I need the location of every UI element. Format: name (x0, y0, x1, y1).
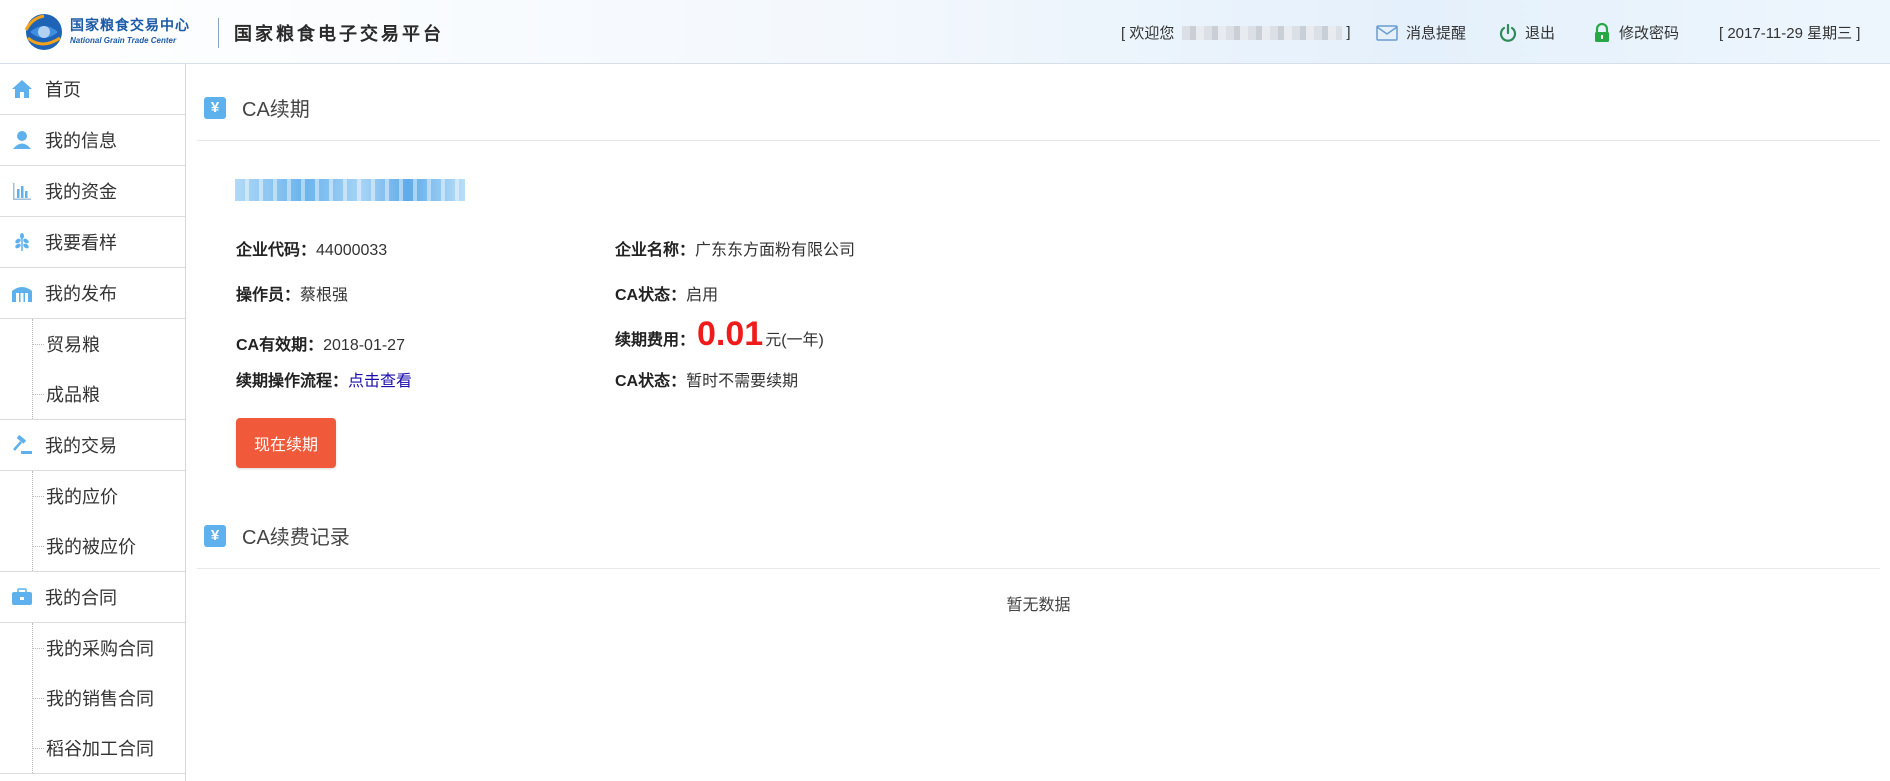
yen-icon: ¥ (204, 524, 226, 547)
yen-icon: ¥ (204, 96, 226, 119)
sidebar-item-my-publish[interactable]: 我的发布 (0, 268, 185, 319)
welcome-suffix: ] (1346, 24, 1351, 41)
ca-expiry-label: CA有效期： (236, 337, 324, 354)
sidebar-item-label: 我的信息 (45, 131, 117, 151)
sidebar-subitem-finished-grain[interactable]: 成品粮 (0, 369, 185, 419)
enterprise-code-value: 44000033 (316, 242, 388, 259)
sidebar-item-home[interactable]: 首页 (0, 64, 185, 115)
top-header: 国家粮食交易中心 National Grain Trade Center 国家粮… (0, 0, 1890, 64)
bar-chart-icon (11, 180, 33, 202)
section-header-ca-renewal: ¥ CA续期 (197, 75, 1880, 141)
ca-status2-value: 暂时不需要续期 (686, 373, 799, 390)
ca-status2-label: CA状态： (615, 373, 687, 390)
empty-records-text: 暂无数据 (1006, 597, 1071, 614)
message-reminder-link[interactable]: 消息提醒 (1376, 22, 1466, 43)
ca-expiry-value: 2018-01-27 (323, 337, 405, 354)
ca-expiry-row: CA有效期： 2018-01-27 (236, 331, 405, 355)
sidebar-subitem-label: 贸易粮 (46, 335, 100, 355)
enterprise-code-label: 企业代码： (236, 242, 317, 259)
gavel-icon (11, 434, 33, 456)
operator-value: 蔡根强 (300, 287, 349, 304)
operator-label: 操作员： (236, 287, 301, 304)
ca-status2-row: CA状态： 暂时不需要续期 (615, 367, 798, 391)
sidebar-subitem-label: 稻谷加工合同 (46, 739, 154, 759)
masked-company-banner (235, 179, 465, 201)
ca-status-row: CA状态： 启用 (615, 281, 718, 305)
renew-fee-unit: 元(一年) (765, 332, 824, 349)
sidebar-subgroup-contracts: 我的采购合同 我的销售合同 稻谷加工合同 (0, 623, 185, 774)
sidebar-item-my-trades[interactable]: 我的交易 (0, 420, 185, 471)
section-title: CA续期 (242, 99, 310, 121)
sidebar-subitem-label: 我的销售合同 (46, 689, 154, 709)
sidebar-subitem-label: 成品粮 (46, 385, 100, 405)
enterprise-name-value: 广东东方面粉有限公司 (695, 242, 856, 259)
current-date: [ 2017-11-29 星期三 ] (1719, 25, 1861, 42)
user-icon (11, 129, 33, 151)
sidebar: 首页 我的信息 我的资金 我要看样 我的发布 贸易粮 成品粮 我的交易 我的应价… (0, 64, 186, 781)
section-header-ca-fee-records: ¥ CA续费记录 (197, 503, 1880, 569)
change-password-label: 修改密码 (1619, 25, 1680, 42)
section-title: CA续费记录 (242, 527, 350, 549)
header-toolbar: [ 欢迎您 ] 消息提醒 退出 修改密码 [ 2017-11-29 星期三] (0, 0, 1890, 64)
renew-flow-label: 续期操作流程： (236, 373, 349, 390)
sidebar-item-label: 我的合同 (45, 588, 117, 608)
main-content: ¥ CA续期 企业代码： 44000033 企业名称： 广东东方面粉有限公司 操… (197, 64, 1880, 781)
sidebar-subgroup-trades: 我的应价 我的被应价 (0, 471, 185, 572)
sidebar-subitem-purchase-contracts[interactable]: 我的采购合同 (0, 623, 185, 673)
logout-link[interactable]: 退出 (1499, 22, 1555, 43)
sidebar-item-label: 首页 (45, 80, 81, 100)
sidebar-item-my-info[interactable]: 我的信息 (0, 115, 185, 166)
warehouse-icon (11, 282, 33, 304)
lock-icon (1595, 22, 1609, 42)
sidebar-item-label: 我要看样 (45, 233, 117, 253)
renew-fee-label: 续期费用： (615, 332, 696, 349)
sidebar-item-label: 我的发布 (45, 284, 117, 304)
grain-icon (11, 231, 33, 253)
sidebar-subitem-label: 我的被应价 (46, 537, 136, 557)
sidebar-subitem-my-bids[interactable]: 我的应价 (0, 471, 185, 521)
welcome-text: [ 欢迎您 ] (1121, 22, 1351, 43)
message-reminder-label: 消息提醒 (1406, 25, 1467, 42)
sidebar-subitem-label: 我的采购合同 (46, 639, 154, 659)
renew-fee-row: 续期费用： 0.01 元(一年) (615, 317, 824, 351)
ca-status-label: CA状态： (615, 287, 687, 304)
briefcase-icon (11, 586, 33, 608)
home-icon (11, 78, 33, 100)
sidebar-item-view-samples[interactable]: 我要看样 (0, 217, 185, 268)
envelope-icon (1376, 24, 1398, 41)
sidebar-subitem-sales-contracts[interactable]: 我的销售合同 (0, 673, 185, 723)
sidebar-subitem-rice-processing-contracts[interactable]: 稻谷加工合同 (0, 723, 185, 773)
sidebar-item-label: 我的交易 (45, 436, 117, 456)
view-renew-flow-link[interactable]: 点击查看 (348, 367, 412, 391)
enterprise-name-label: 企业名称： (615, 242, 696, 259)
ca-status-value: 启用 (686, 287, 719, 304)
enterprise-code-row: 企业代码： 44000033 (236, 236, 387, 260)
masked-username (1182, 25, 1343, 40)
sidebar-subitem-bids-received[interactable]: 我的被应价 (0, 521, 185, 571)
change-password-link[interactable]: 修改密码 (1593, 22, 1679, 43)
power-icon (1499, 23, 1517, 42)
welcome-prefix: [ 欢迎您 (1121, 25, 1175, 42)
operator-row: 操作员： 蔡根强 (236, 281, 348, 305)
sidebar-item-my-contracts[interactable]: 我的合同 (0, 572, 185, 623)
sidebar-subitem-label: 我的应价 (46, 487, 118, 507)
sidebar-subitem-trade-grain[interactable]: 贸易粮 (0, 319, 185, 369)
renew-flow-row: 续期操作流程： 点击查看 (236, 367, 412, 391)
sidebar-item-my-funds[interactable]: 我的资金 (0, 166, 185, 217)
renew-fee-amount: 0.01 (697, 315, 764, 353)
enterprise-name-row: 企业名称： 广东东方面粉有限公司 (615, 236, 855, 260)
renew-now-button[interactable]: 现在续期 (236, 418, 336, 468)
logout-label: 退出 (1525, 25, 1556, 42)
sidebar-subgroup-publish: 贸易粮 成品粮 (0, 319, 185, 420)
sidebar-item-label: 我的资金 (45, 182, 117, 202)
